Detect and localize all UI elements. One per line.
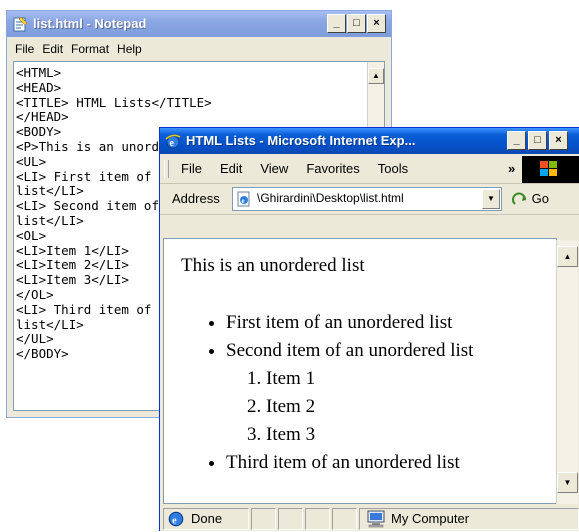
address-label: Address [172,191,220,206]
unordered-list: First item of an unordered list Second i… [181,309,473,477]
menu-edit[interactable]: Edit [38,40,67,58]
menu-help[interactable]: Help [113,40,146,58]
minimize-button[interactable]: _ [327,14,346,33]
status-text: Done [191,511,223,526]
done-icon: e [168,511,184,527]
menu-edit[interactable]: Edit [211,155,251,183]
menu-favorites[interactable]: Favorites [297,155,368,183]
ie-menubar: File Edit View Favorites Tools » [160,155,579,184]
svg-text:e: e [172,516,177,527]
list-item-with-sublist: Second item of an unordered list Item 1 … [226,337,473,449]
ordered-list: Item 1 Item 2 Item 3 [226,365,473,449]
close-button[interactable]: × [549,131,568,150]
page-icon: e [237,191,250,207]
minimize-button[interactable]: _ [507,131,526,150]
address-bar: Address e \Ghirardini\Desktop\list.html … [160,184,579,215]
notepad-titlebar[interactable]: list.html - Notepad _ □ × [7,11,391,37]
scroll-up-button[interactable]: ▲ [368,68,384,84]
notepad-title: list.html - Notepad [33,16,147,31]
svg-text:e: e [170,138,175,149]
maximize-button[interactable]: □ [347,14,366,33]
ordered-item: Item 2 [266,393,473,421]
go-label: Go [531,191,549,206]
scroll-up-button[interactable]: ▲ [557,246,578,267]
scroll-down-button[interactable]: ▼ [557,472,578,493]
menu-file[interactable]: File [11,40,38,58]
address-input[interactable]: e \Ghirardini\Desktop\list.html ▼ [232,187,502,211]
notepad-icon [13,16,28,32]
list-item-text: Second item of an unordered list [226,340,474,361]
address-value[interactable]: \Ghirardini\Desktop\list.html [257,191,404,205]
ordered-item: Item 3 [266,421,473,449]
ie-title: HTML Lists - Microsoft Internet Exp... [186,133,416,148]
status-bar: e Done My Computer [163,506,579,532]
menu-format[interactable]: Format [67,40,113,58]
page-vertical-scrollbar[interactable]: ▲ ▼ [556,240,578,504]
notepad-menubar: File Edit Format Help [7,40,391,58]
page-paragraph: This is an unordered list [181,255,365,276]
svg-text:e: e [242,197,245,205]
ie-icon: e [165,134,181,149]
ie-titlebar[interactable]: e HTML Lists - Microsoft Internet Exp...… [160,128,579,154]
status-zone: My Computer [391,511,470,526]
chevron-down-icon[interactable]: ▼ [482,189,500,209]
list-item: First item of an unordered list [226,309,473,337]
maximize-button[interactable]: □ [528,131,547,150]
menu-overflow-chevron[interactable]: » [504,155,519,183]
menu-tools[interactable]: Tools [369,155,417,183]
windows-logo [522,156,579,183]
status-pane [332,508,357,530]
ie-window: e HTML Lists - Microsoft Internet Exp...… [159,127,579,531]
ordered-item: Item 1 [266,365,473,393]
page-content: This is an unordered list First item of … [163,238,557,504]
menu-file[interactable]: File [172,155,211,183]
status-pane [251,508,276,530]
go-arrow-icon [512,192,526,205]
menu-view[interactable]: View [251,155,297,183]
status-pane [305,508,330,530]
list-item: Third item of an unordered list [226,449,473,477]
toolbar-grip[interactable] [164,160,169,178]
my-computer-icon [367,510,385,528]
status-pane [278,508,303,530]
close-button[interactable]: × [367,14,386,33]
go-button[interactable]: Go [512,187,549,211]
